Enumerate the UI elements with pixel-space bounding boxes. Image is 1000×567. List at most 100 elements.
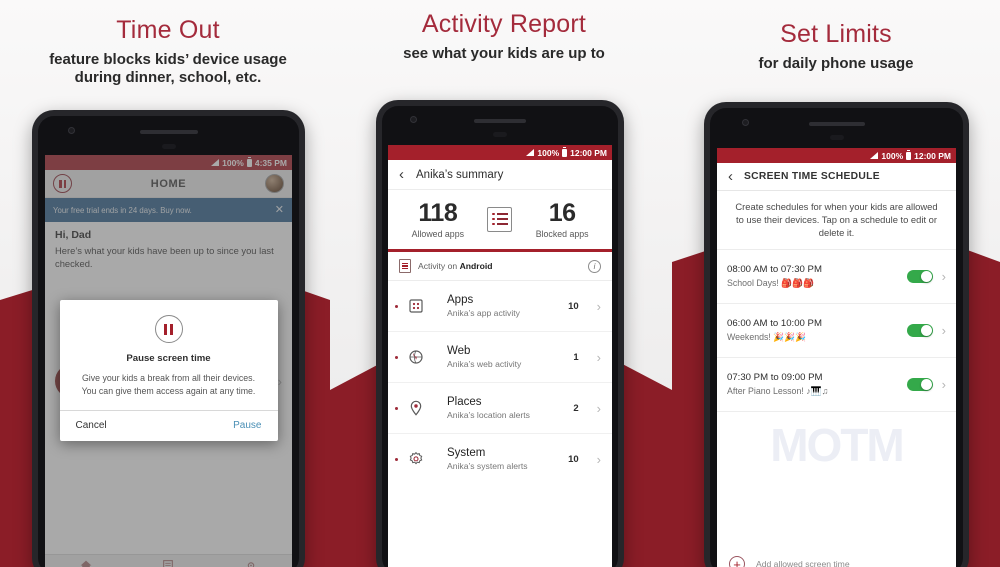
system-icon <box>407 451 424 468</box>
phone-1-screen: 100% 4:35 PM HOME Your free trial ends i… <box>45 155 292 567</box>
schedule-text: 07:30 PM to 09:00 PM After Piano Lesson!… <box>727 372 907 397</box>
cancel-button[interactable]: Cancel <box>76 420 107 431</box>
panel-1-subtitle: feature blocks kids’ device usage during… <box>49 51 287 86</box>
panel-2-title: Activity Report <box>421 10 587 38</box>
allowed-apps-label: Allowed apps <box>411 229 464 239</box>
list-item-count: 10 <box>568 300 579 312</box>
signal-icon <box>526 149 535 156</box>
info-icon[interactable]: i <box>588 259 601 273</box>
panel-2-header: Activity Report see what your kids are u… <box>336 0 672 63</box>
add-allowed-screen-time-label: Add allowed screen time <box>756 559 850 567</box>
front-camera-icon <box>742 119 749 126</box>
schedule-label: After Piano Lesson! ♪🎹♫ <box>727 386 829 397</box>
activity-platform: Android <box>459 261 493 271</box>
panel-3-subtitle: for daily phone usage <box>758 55 914 72</box>
pause-screen-time-dialog: Pause screen time Give your kids a break… <box>59 300 278 441</box>
blocked-apps-stat: 16 Blocked apps <box>524 199 600 239</box>
chevron-right-icon[interactable]: › <box>942 377 946 392</box>
dialog-actions: Cancel Pause <box>59 409 278 441</box>
earpiece-speaker <box>139 130 198 134</box>
dialog-title: Pause screen time <box>126 353 211 364</box>
phone-3-screen: 100% 12:00 PM ‹ SCREEN TIME SCHEDULE Cre… <box>717 148 956 567</box>
pause-button[interactable]: Pause <box>233 420 261 431</box>
dialog-message: Give your kids a break from all their de… <box>81 373 256 396</box>
schedule-toggle[interactable] <box>906 324 933 338</box>
activity-platform-bar: Activity on Android i <box>388 252 612 281</box>
chevron-right-icon[interactable]: › <box>597 401 601 416</box>
front-camera-icon <box>410 116 417 123</box>
list-item-places[interactable]: Places Anika’s location alerts 2 › <box>388 383 612 434</box>
phone-device-2: 100% 12:00 PM ‹ Anika’s summary 118 Allo… <box>376 100 624 567</box>
list-item-title: System <box>447 447 486 459</box>
list-item-desc: Anika’s web activity <box>447 359 522 369</box>
schedule-time: 08:00 AM to 07:30 PM <box>727 264 822 276</box>
schedule-label: Weekends! 🎉🎉🎉 <box>727 332 807 343</box>
back-icon[interactable]: ‹ <box>399 167 404 182</box>
apps-icon <box>407 298 424 315</box>
battery-icon <box>906 149 912 160</box>
proximity-sensor <box>829 135 844 140</box>
back-icon[interactable]: ‹ <box>728 169 733 184</box>
schedule-text: 08:00 AM to 07:30 PM School Days! 🎒🎒🎒 <box>727 264 907 289</box>
phone-2-screen: 100% 12:00 PM ‹ Anika’s summary 118 Allo… <box>388 145 612 567</box>
proximity-sensor <box>493 132 507 137</box>
list-item-desc: Anika’s system alerts <box>447 461 528 471</box>
panel-3-title: Set Limits <box>780 20 892 48</box>
schedule-toggle[interactable] <box>906 378 933 392</box>
activity-log-icon <box>399 259 411 273</box>
add-allowed-screen-time-row[interactable]: + Add allowed screen time <box>717 556 956 567</box>
web-icon <box>407 349 424 366</box>
app-bar-schedule: ‹ SCREEN TIME SCHEDULE <box>717 163 956 191</box>
list-item-desc: Anika’s app activity <box>447 308 520 318</box>
allowed-apps-stat: 118 Allowed apps <box>400 199 476 239</box>
schedule-row-2[interactable]: 06:00 AM to 10:00 PM Weekends! 🎉🎉🎉 › <box>717 304 956 359</box>
app-bar-summary: ‹ Anika’s summary <box>388 160 612 190</box>
schedule-empty-area: MOTM + Add allowed screen time <box>717 412 956 567</box>
bullet-dot <box>395 406 398 410</box>
schedule-description: Create schedules for when your kids are … <box>717 191 956 251</box>
list-item-title: Apps <box>447 294 474 306</box>
list-item-desc: Anika’s location alerts <box>447 410 530 420</box>
schedule-toggle[interactable] <box>906 270 933 284</box>
list-item-system[interactable]: System Anika’s system alerts 10 › <box>388 434 612 484</box>
panel-time-out: Time Out feature blocks kids’ device usa… <box>0 0 336 567</box>
earpiece-speaker <box>808 122 865 126</box>
chevron-right-icon[interactable]: › <box>942 269 946 284</box>
list-item-text: Apps Anika’s app activity <box>447 294 559 318</box>
signal-icon <box>870 152 879 159</box>
front-camera-icon <box>68 127 75 134</box>
list-item-text: System Anika’s system alerts <box>447 447 559 471</box>
list-item-apps[interactable]: Apps Anika’s app activity 10 › <box>388 281 612 332</box>
clock: 12:00 PM <box>570 147 607 158</box>
chevron-right-icon[interactable]: › <box>942 323 946 338</box>
app-counts-summary: 118 Allowed apps 16 Blocked apps <box>388 190 612 252</box>
list-item-title: Places <box>447 396 482 408</box>
chevron-right-icon[interactable]: › <box>597 350 601 365</box>
app-list-icon <box>487 206 513 232</box>
watermark: MOTM <box>770 419 905 472</box>
bullet-dot <box>395 304 398 308</box>
schedule-row-3[interactable]: 07:30 PM to 09:00 PM After Piano Lesson!… <box>717 358 956 413</box>
allowed-apps-value: 118 <box>418 199 458 227</box>
plus-icon[interactable]: + <box>729 556 745 567</box>
chevron-right-icon[interactable]: › <box>597 299 601 314</box>
schedule-time: 06:00 AM to 10:00 PM <box>727 318 822 330</box>
list-item-text: Places Anika’s location alerts <box>447 396 564 420</box>
schedule-label: School Days! 🎒🎒🎒 <box>727 278 815 289</box>
schedule-row-1[interactable]: 08:00 AM to 07:30 PM School Days! 🎒🎒🎒 › <box>717 250 956 305</box>
bullet-dot <box>395 355 398 359</box>
panel-1-title: Time Out <box>116 16 220 44</box>
panel-3-header: Set Limits for daily phone usage <box>672 0 1000 73</box>
dialog-body: Pause screen time Give your kids a break… <box>60 300 278 410</box>
list-item-count: 2 <box>573 402 579 414</box>
proximity-sensor <box>161 144 176 149</box>
phone-device-1: 100% 4:35 PM HOME Your free trial ends i… <box>32 110 305 567</box>
status-bar-3: 100% 12:00 PM <box>717 148 956 163</box>
chevron-right-icon[interactable]: › <box>597 452 601 467</box>
page-title: SCREEN TIME SCHEDULE <box>744 171 880 182</box>
blocked-apps-value: 16 <box>548 199 576 227</box>
list-item-web[interactable]: Web Anika’s web activity 1 › <box>388 332 612 383</box>
schedule-text: 06:00 AM to 10:00 PM Weekends! 🎉🎉🎉 <box>727 318 907 343</box>
panel-set-limits: Set Limits for daily phone usage 100% 12… <box>672 0 1000 567</box>
clock: 12:00 PM <box>914 150 951 161</box>
